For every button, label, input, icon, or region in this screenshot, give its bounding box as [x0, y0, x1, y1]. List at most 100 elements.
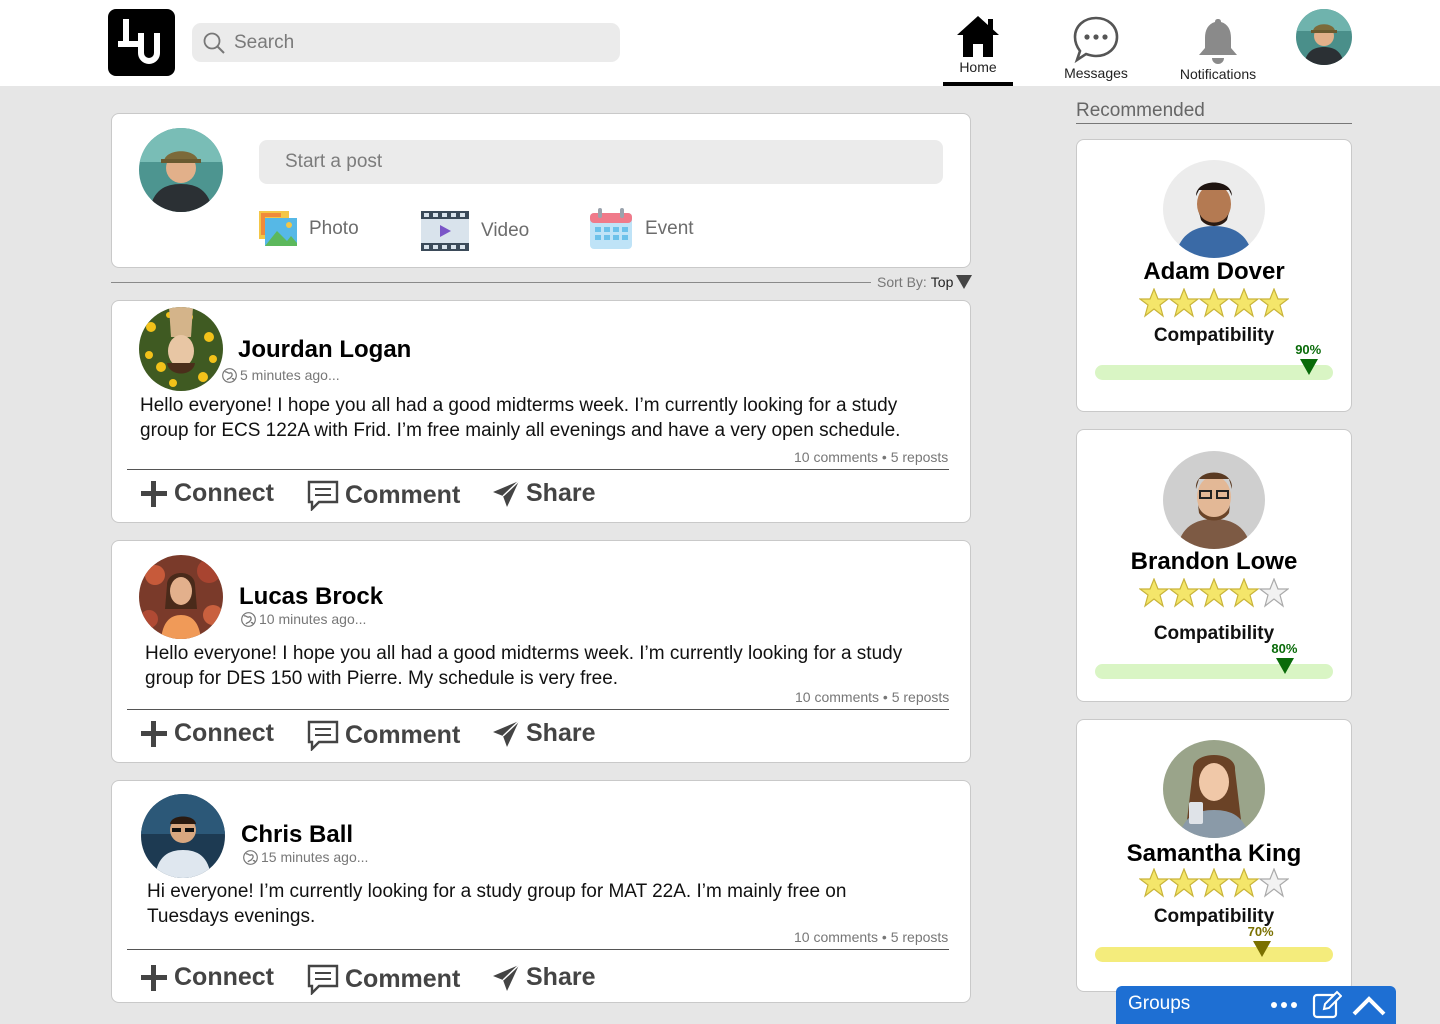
plus-icon [141, 720, 167, 747]
send-icon [493, 719, 520, 747]
post-composer: Photo Video Event [111, 113, 971, 268]
calendar-icon [590, 208, 632, 249]
comment-icon [307, 964, 339, 995]
post-stats[interactable]: 10 comments • 5 reposts [794, 449, 948, 465]
connect-button[interactable]: Connect [140, 719, 274, 748]
compatibility-marker-icon [1252, 941, 1271, 957]
top-bar: Home Messages Notifications [0, 0, 1440, 86]
search-input[interactable] [234, 23, 604, 62]
star-filled-icon [1199, 288, 1229, 318]
rating-stars [1139, 578, 1289, 608]
post-author-avatar[interactable] [141, 794, 225, 878]
search-icon [203, 32, 225, 54]
star-filled-icon [1229, 868, 1259, 898]
star-filled-icon [1259, 288, 1289, 318]
groups-label: Groups [1128, 993, 1191, 1014]
post-author-avatar[interactable] [139, 555, 223, 639]
nav-notifications[interactable]: Notifications [1170, 16, 1266, 82]
post-body: Hello everyone! I hope you all had a goo… [140, 393, 900, 443]
connect-label: Connect [174, 963, 274, 991]
compatibility-bar [1095, 947, 1333, 962]
recommendation-card[interactable]: Brandon Lowe Compatibility 80% [1076, 429, 1352, 702]
photo-icon [259, 211, 297, 246]
video-button[interactable]: Video [421, 210, 529, 252]
app-logo[interactable] [108, 9, 175, 76]
comment-button[interactable]: Comment [307, 963, 460, 995]
messages-icon [1073, 16, 1119, 64]
star-filled-icon [1139, 288, 1169, 318]
comment-button[interactable]: Comment [307, 479, 460, 511]
post-author-name[interactable]: Jourdan Logan [238, 336, 411, 364]
groups-dock[interactable]: Groups [1116, 986, 1396, 1024]
post-timestamp: 5 minutes ago... [222, 367, 340, 383]
search-bar[interactable] [192, 23, 620, 62]
recommendation-card[interactable]: Samantha King Compatibility 70% [1076, 719, 1352, 992]
nav-home-label: Home [959, 59, 997, 75]
event-button[interactable]: Event [589, 208, 694, 250]
feed-post: Lucas Brock 10 minutes ago... Hello ever… [111, 540, 971, 763]
star-filled-icon [1169, 288, 1199, 318]
compose-icon[interactable] [1312, 990, 1342, 1020]
plus-icon [141, 964, 167, 991]
sort-control[interactable]: Sort By: Top [877, 274, 973, 290]
post-author-name[interactable]: Chris Ball [241, 821, 353, 849]
caret-down-icon [956, 275, 973, 289]
more-options-icon[interactable] [1270, 1001, 1298, 1009]
sort-divider [111, 282, 871, 283]
star-filled-icon [1199, 578, 1229, 608]
nav-home[interactable]: Home [943, 14, 1013, 86]
start-post-input[interactable] [259, 140, 943, 184]
post-time-text: 15 minutes ago... [261, 849, 369, 865]
comment-button[interactable]: Comment [307, 719, 460, 751]
feed-post: Jourdan Logan 5 minutes ago... Hello eve… [111, 300, 971, 523]
photo-label: Photo [309, 218, 359, 239]
recommended-name: Brandon Lowe [1130, 548, 1298, 575]
globe-icon [243, 849, 258, 865]
share-button[interactable]: Share [492, 719, 595, 748]
star-filled-icon [1169, 578, 1199, 608]
post-stats[interactable]: 10 comments • 5 reposts [795, 689, 949, 705]
current-user-avatar[interactable] [1296, 9, 1352, 65]
compatibility-marker-icon [1300, 359, 1319, 375]
post-author-avatar[interactable] [139, 307, 223, 391]
recommended-heading: Recommended [1076, 100, 1205, 121]
event-label: Event [645, 218, 694, 239]
star-filled-icon [1199, 868, 1229, 898]
recommended-avatar [1163, 740, 1265, 838]
post-stats[interactable]: 10 comments • 5 reposts [794, 929, 948, 945]
star-filled-icon [1229, 578, 1259, 608]
connect-button[interactable]: Connect [140, 963, 274, 992]
compatibility-label: Compatibility [1153, 906, 1275, 927]
compatibility-label: Compatibility [1153, 623, 1275, 644]
connect-label: Connect [174, 479, 274, 507]
rating-stars [1139, 868, 1289, 898]
share-label: Share [526, 479, 596, 507]
comment-icon [307, 720, 339, 751]
feed-post: Chris Ball 15 minutes ago... Hi everyone… [111, 780, 971, 1003]
send-icon [493, 479, 520, 507]
post-body-line: group for ECS 122A with Frid. I’m free m… [140, 420, 901, 441]
share-button[interactable]: Share [492, 963, 595, 992]
globe-icon [222, 367, 237, 383]
nav-messages[interactable]: Messages [1058, 15, 1134, 81]
connect-label: Connect [174, 719, 274, 747]
recommended-avatar [1163, 451, 1265, 549]
post-body-line: Hello everyone! I hope you all had a goo… [140, 395, 898, 416]
compatibility-bar [1095, 664, 1333, 679]
nav-notifications-label: Notifications [1179, 66, 1257, 82]
post-author-name[interactable]: Lucas Brock [239, 583, 383, 611]
star-empty-icon [1259, 578, 1289, 608]
star-filled-icon [1139, 868, 1169, 898]
compatibility-percent: 80% [1271, 641, 1298, 656]
post-body: Hi everyone! I’m currently looking for a… [147, 879, 846, 929]
sort-value: Top [930, 274, 954, 290]
recommendation-card[interactable]: Adam Dover Compatibility 90% [1076, 139, 1352, 412]
sort-label: Sort By: [877, 274, 927, 290]
post-body-line: group for DES 150 with Pierre. My schedu… [145, 668, 619, 689]
chevron-up-icon[interactable] [1352, 994, 1386, 1016]
connect-button[interactable]: Connect [140, 479, 274, 508]
share-button[interactable]: Share [492, 479, 595, 508]
rating-stars [1139, 288, 1289, 318]
photo-button[interactable]: Photo [259, 208, 359, 250]
bell-icon [1199, 19, 1237, 64]
